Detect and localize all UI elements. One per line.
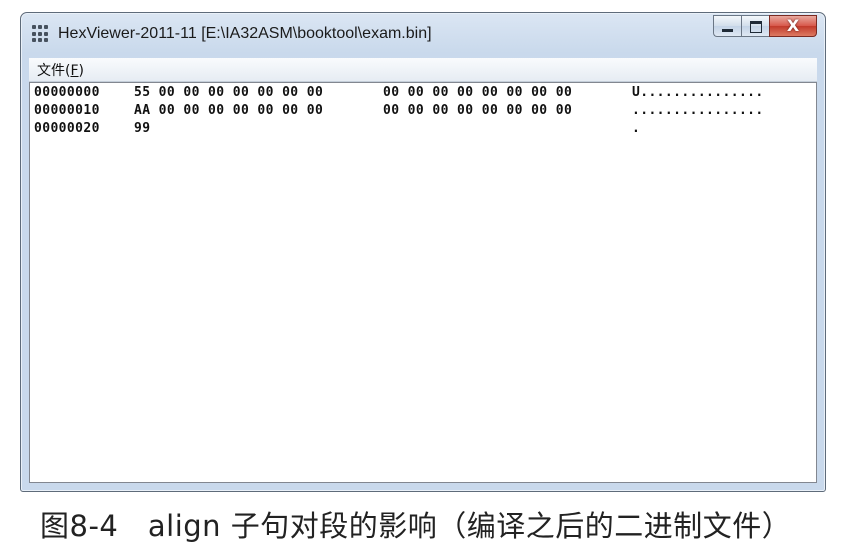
figure-caption: 图8-4 align 子句对段的影响（编译之后的二进制文件） xyxy=(40,509,792,543)
hex-row: 00000010 AA 00 00 00 00 00 00 00 00 00 0… xyxy=(34,103,763,119)
close-button[interactable]: X xyxy=(769,15,817,37)
caption-buttons: X xyxy=(713,15,817,39)
close-icon: X xyxy=(786,16,800,35)
menu-file-label-suffix: ) xyxy=(78,63,84,79)
hex-ascii: U............... xyxy=(632,85,764,100)
menu-bar: 文件(F) xyxy=(29,58,817,82)
hex-ascii: ................ xyxy=(632,103,764,118)
hexviewer-window: HexViewer-2011-11 [E:\IA32ASM\booktool\e… xyxy=(20,12,826,492)
hex-bytes-high: 00 00 00 00 00 00 00 00 xyxy=(383,85,573,100)
menu-file-accelerator: F xyxy=(70,63,79,79)
hex-row: 00000020 99 . xyxy=(34,121,640,137)
hex-bytes-high: 00 00 00 00 00 00 00 00 xyxy=(383,103,573,118)
hex-bytes-low: 55 00 00 00 00 00 00 00 xyxy=(134,85,324,100)
hex-row: 00000000 55 00 00 00 00 00 00 00 00 00 0… xyxy=(34,85,763,101)
window-title: HexViewer-2011-11 [E:\IA32ASM\booktool\e… xyxy=(58,25,432,42)
hex-ascii: . xyxy=(632,121,641,136)
hex-offset: 00000020 xyxy=(34,121,100,136)
hex-grid-icon[interactable] xyxy=(32,25,50,43)
maximize-button[interactable] xyxy=(741,15,769,37)
hex-view-area[interactable]: 00000000 55 00 00 00 00 00 00 00 00 00 0… xyxy=(29,82,817,483)
hex-offset: 00000000 xyxy=(34,85,100,100)
menu-file-label-prefix: 文件( xyxy=(37,63,71,79)
minimize-icon xyxy=(722,29,733,32)
hex-bytes-low: 99 xyxy=(134,121,151,136)
maximize-icon xyxy=(750,21,762,33)
title-bar[interactable]: HexViewer-2011-11 [E:\IA32ASM\booktool\e… xyxy=(21,13,825,59)
hex-bytes-low: AA 00 00 00 00 00 00 00 xyxy=(134,103,324,118)
minimize-button[interactable] xyxy=(713,15,741,37)
hex-offset: 00000010 xyxy=(34,103,100,118)
menu-file[interactable]: 文件(F) xyxy=(37,60,84,80)
